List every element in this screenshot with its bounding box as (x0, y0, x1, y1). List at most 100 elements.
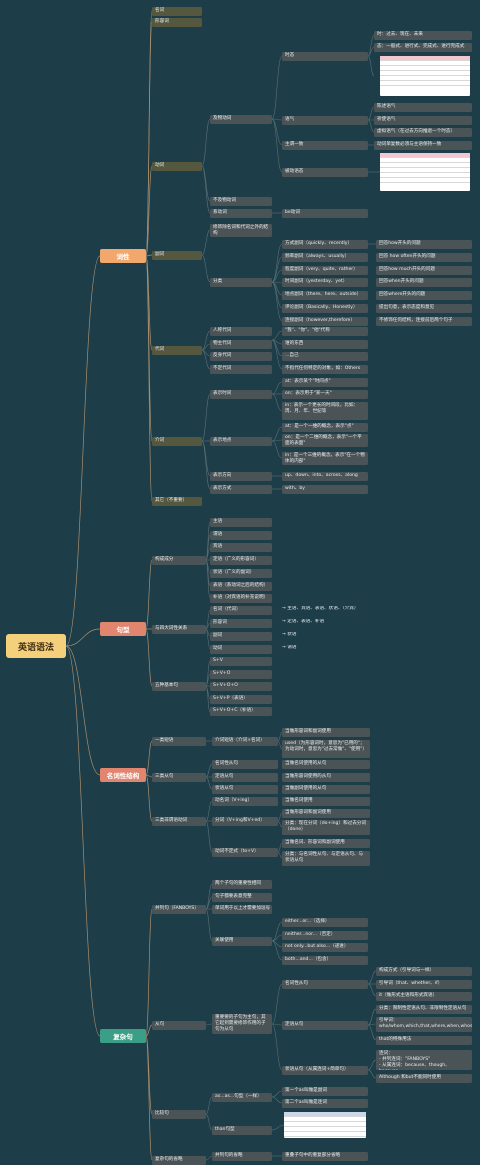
adverb-note[interactable]: 不修饰任何结构，连接前后两个句子 (376, 316, 472, 326)
clause-type[interactable]: 状语从句 (212, 785, 278, 794)
pronoun-note[interactable]: 不指代任何特定的对象，如：Others (282, 364, 368, 374)
asas-item-2[interactable]: 第二个as叫做是连词 (282, 1099, 368, 1108)
adverb-type[interactable]: 程度副词（very、quite、rather） (282, 265, 368, 275)
node-zhuwei[interactable]: 主谓一致 (282, 141, 368, 150)
node-feiwei[interactable]: 三类非谓语动词 (152, 817, 206, 826)
dongmingci-use[interactable]: 当做名词使用 (282, 797, 370, 806)
manner-text[interactable]: with、by (282, 485, 368, 494)
component-item[interactable]: 主语 (210, 518, 272, 527)
relation-role[interactable]: → 定语、表语、补语 (280, 619, 370, 628)
binglie-item-2[interactable]: 句子都要表意完整 (212, 893, 272, 902)
node-bijiao[interactable]: 比较句 (152, 1110, 206, 1119)
jieci-use-1[interactable]: 当做形容词和副词使用 (282, 728, 370, 737)
guanlian-item[interactable]: not only...but also...（递进） (282, 943, 368, 952)
root-node[interactable]: 英语语法 (6, 634, 66, 658)
component-item[interactable]: 表语（系动词之后的结构） (210, 581, 272, 591)
node-mingcixing-clause[interactable]: 名词性从句 (282, 980, 368, 989)
clause-use[interactable]: 当做名词使用的从句 (282, 760, 370, 769)
node-biaoshijian[interactable]: 表示时间 (210, 390, 272, 399)
relation-role[interactable]: → 状语 (280, 632, 370, 641)
node-xidong[interactable]: 系动词 (210, 209, 272, 218)
adverb-note[interactable]: 回答where开头的问题 (376, 291, 472, 301)
pronoun-type[interactable]: 不定代词 (210, 364, 272, 374)
time-item-1[interactable]: at：表示某个"时间点" (282, 378, 368, 387)
binglie-item-3[interactable]: 单词用于以上才需要加逗号 (212, 905, 272, 914)
component-item[interactable]: 状语（广义的副词） (210, 568, 272, 578)
budingshi-use-1[interactable]: 当做名词、形容词和副词使用 (282, 839, 370, 848)
node-fenlei[interactable]: 分类 (210, 278, 272, 287)
adverb-type[interactable]: 时间副词（yesterday、yet） (282, 278, 368, 288)
zhuwei-text[interactable]: 动词单复数必须与主语保持一致 (374, 141, 472, 150)
shenglue-text[interactable]: 重叠子句中的重复部分省略 (282, 1152, 368, 1161)
zy-item-2[interactable]: Although 和but不能同时使用 (376, 1074, 472, 1083)
shitai-item-1[interactable]: 时：过去、现在、未来 (374, 31, 472, 40)
jieci-use-2[interactable]: used（为形容词时，意思为"已用的"；为动词时，意思为"过去常做"、"使用"） (282, 740, 370, 758)
adverb-type[interactable]: 连接副词（however,therefore） (282, 316, 368, 326)
asas-item-1[interactable]: 第一个as叫做是副词 (282, 1087, 368, 1096)
node-mingci[interactable]: 名词 (152, 7, 202, 16)
adverb-note[interactable]: 回答how much开头的问题 (376, 265, 472, 275)
pronoun-type[interactable]: 物主代词 (210, 339, 272, 349)
node-binglie[interactable]: 并列句（FANBOYS） (152, 905, 206, 914)
pronoun-type[interactable]: 反身代词 (210, 352, 272, 361)
node-qita[interactable]: 其它（不重要） (152, 497, 202, 506)
pattern-item[interactable]: S+V+P（表语） (210, 694, 272, 704)
node-bujiwu[interactable]: 不及物动词 (210, 197, 272, 206)
relation-pos[interactable]: 动词 (210, 645, 272, 654)
pronoun-note[interactable]: "我"、"你"、"他"代称 (282, 327, 368, 336)
adverb-type[interactable]: 频率副词（always、usually） (282, 252, 368, 262)
node-yuqi[interactable]: 语气 (282, 116, 368, 125)
pattern-item[interactable]: S+V+O (210, 669, 272, 679)
category-juxing[interactable]: 句型 (100, 622, 146, 636)
shenglue-item[interactable]: 并列句的省略 (212, 1152, 272, 1161)
node-goucheng[interactable]: 构成成分 (152, 556, 206, 565)
pronoun-note[interactable]: ...自己 (282, 352, 368, 361)
relation-pos[interactable]: 形容词 (210, 619, 272, 628)
node-asas[interactable]: as...as...句型（一样） (212, 1093, 272, 1102)
shitai-item-2[interactable]: 态：一般式、进行式、完成式、进行完成式 (374, 43, 472, 52)
node-jieci-phrase[interactable]: 介词短语（介词+名词） (212, 737, 278, 746)
place-item-2[interactable]: on：是一个二维的概念，表示"一个平面的表面" (282, 434, 368, 447)
mcx-item-2[interactable]: 引导词（that、whether、if） (376, 980, 472, 989)
component-item[interactable]: 谓语 (210, 530, 272, 540)
yuqi-item-3[interactable]: 虚拟语气（在过去方向推退一个时态） (374, 128, 472, 137)
node-jiwu[interactable]: 及物动词 (210, 115, 272, 124)
category-fuza[interactable]: 复杂句 (100, 1029, 146, 1043)
component-item[interactable]: 宾语 (210, 543, 272, 553)
clause-use[interactable]: 当做形容词使用的从句 (282, 772, 370, 782)
place-item-3[interactable]: in：是一个三维的概念，表示"在一个物体的内部" (282, 452, 368, 465)
relation-pos[interactable]: 副词 (210, 632, 272, 641)
xidong-text[interactable]: be动词 (282, 209, 368, 218)
node-wuzhong[interactable]: 五种基本句 (152, 682, 206, 691)
node-budingshi[interactable]: 动词不定式（to+V） (212, 848, 278, 857)
node-fenci[interactable]: 分词（V+ing和V+ed） (212, 817, 278, 826)
place-item-1[interactable]: at：是一个一维的概念，表示"点" (282, 423, 368, 432)
fuci-desc[interactable]: 修饰除名词和代词之外的结构 (210, 224, 272, 237)
node-dongci[interactable]: 动词 (152, 162, 202, 171)
pattern-item[interactable]: S+V (210, 657, 272, 666)
component-item[interactable]: 补语（对宾语的补充说明） (210, 594, 272, 604)
relation-role[interactable]: → 主语、宾语、表语、状语、（介宾） (280, 606, 370, 615)
clause-type[interactable]: 名词性从句 (212, 760, 278, 769)
pronoun-type[interactable]: 人称代词 (210, 327, 272, 336)
yuqi-item-1[interactable]: 陈述语气 (374, 103, 472, 112)
pattern-item[interactable]: S+V+O+O (210, 682, 272, 692)
node-biaofangxiang[interactable]: 表示方向 (210, 472, 272, 481)
direction-text[interactable]: up、down、into、across、along (282, 472, 368, 481)
pronoun-note[interactable]: 谁的东西 (282, 339, 368, 349)
mcx-item-1[interactable]: 构成方式（引导词与一样） (376, 967, 472, 976)
adverb-note[interactable]: 回答 how often开头的问题 (376, 252, 472, 262)
node-guanlian[interactable]: 关联使用 (212, 937, 272, 946)
node-jieci[interactable]: 介词 (152, 437, 202, 446)
node-dongmingci[interactable]: 动名词（V+ing） (212, 797, 278, 806)
binglie-item-1[interactable]: 两个子句的重要性相同 (212, 880, 272, 889)
zy-item-1[interactable]: 连词： - 并列连词："FANBOYS" - 从属连词：because、thou… (376, 1050, 472, 1070)
node-fuci[interactable]: 副词 (152, 251, 202, 260)
clause-type[interactable]: 定语从句 (212, 772, 278, 782)
category-mingcixing[interactable]: 名词性结构 (100, 768, 146, 782)
node-shitai[interactable]: 时态 (282, 52, 368, 61)
fenci-use-2[interactable]: 分类：现在分词（do+ing）和过去分词（done） (282, 820, 370, 835)
node-daici[interactable]: 代词 (152, 346, 202, 355)
node-dingyu-clause[interactable]: 定语从句 (282, 1021, 368, 1030)
adverb-note[interactable]: 提出句意，表示态度和意见 (376, 304, 472, 313)
